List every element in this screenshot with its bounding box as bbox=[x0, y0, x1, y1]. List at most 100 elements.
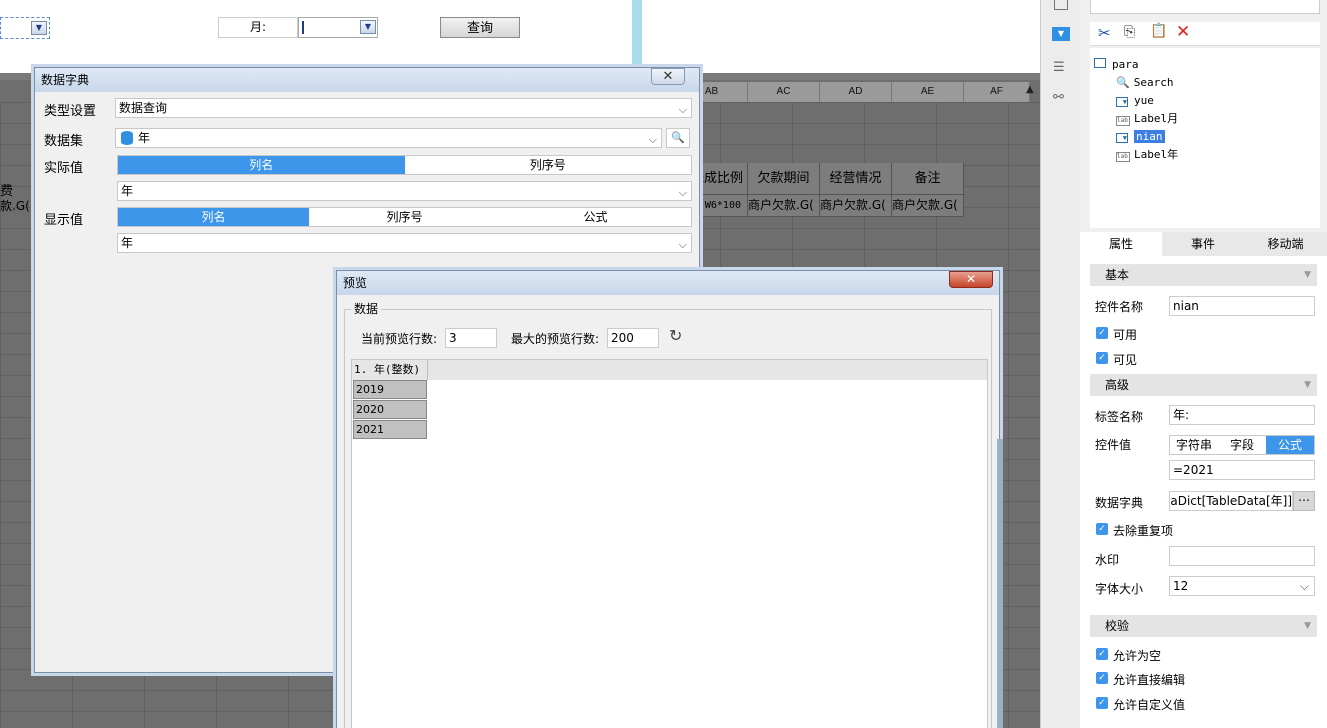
list-icon[interactable]: ☰ bbox=[1053, 60, 1065, 75]
dataset-combo[interactable]: 年 ⌵ bbox=[115, 128, 662, 148]
max-rows-input[interactable]: 200 bbox=[607, 328, 659, 348]
actual-column-combo[interactable]: 年 ⌵ bbox=[117, 181, 692, 201]
chevron-down-icon[interactable]: ⌵ bbox=[679, 184, 687, 202]
tree-item[interactable]: 🔍 Search bbox=[1116, 74, 1173, 92]
sheet-cell[interactable]: 备注 bbox=[892, 163, 964, 195]
value-type-string[interactable]: 字符串 bbox=[1170, 436, 1218, 454]
name-input[interactable]: nian bbox=[1169, 296, 1315, 316]
name-label: 控件名称 bbox=[1095, 300, 1144, 314]
sheet-cell[interactable]: 欠款期间 bbox=[748, 163, 820, 195]
display-column-combo[interactable]: 年 ⌵ bbox=[117, 233, 692, 253]
tree-item[interactable]: ▼ yue bbox=[1116, 92, 1154, 110]
font-size-label: 字体大小 bbox=[1095, 582, 1144, 596]
actual-mode-switch[interactable]: 列名 列序号 bbox=[117, 155, 692, 175]
month-combo[interactable]: ▼ bbox=[298, 17, 378, 38]
chevron-down-icon[interactable]: ▼ bbox=[31, 21, 47, 35]
tree-item[interactable]: lab Label年 bbox=[1116, 146, 1178, 164]
side-icon-strip: ▼ ☰ ⚯ bbox=[1040, 0, 1080, 728]
label-icon: lab bbox=[1116, 116, 1130, 126]
tree-item[interactable]: lab Label月 bbox=[1116, 110, 1178, 128]
type-combo[interactable]: 数据查询 ⌵ bbox=[115, 98, 692, 118]
actual-mode-colindex[interactable]: 列序号 bbox=[405, 156, 692, 174]
allow-edit-checkbox[interactable]: ✓ bbox=[1096, 672, 1108, 684]
tree-root[interactable]: para bbox=[1094, 56, 1139, 74]
tree-item-selected[interactable]: ▼ nian bbox=[1116, 128, 1165, 146]
visible-checkbox[interactable]: ✓ bbox=[1096, 352, 1108, 364]
combo-widget-icon[interactable]: ▼ bbox=[1052, 27, 1070, 41]
link-icon[interactable]: ⚯ bbox=[1053, 90, 1064, 105]
column-header[interactable]: AC bbox=[748, 82, 820, 102]
section-advanced[interactable]: 高级 ▼ bbox=[1090, 374, 1317, 396]
actual-mode-colname[interactable]: 列名 bbox=[118, 156, 405, 174]
dialog-title: 数据字典 bbox=[35, 68, 699, 92]
query-button[interactable]: 查询 bbox=[440, 17, 520, 38]
dialog-body: 数据 当前预览行数: 3 最大的预览行数: 200 ↻ 1. 年(整数) 201… bbox=[341, 299, 1003, 728]
display-mode-colindex[interactable]: 列序号 bbox=[309, 208, 500, 226]
dedupe-checkbox[interactable]: ✓ bbox=[1096, 523, 1108, 535]
table-row[interactable]: 2020 bbox=[353, 400, 427, 419]
widget-tree: para 🔍 Search ▼ yue lab Label月 ▼ nian lab Lab… bbox=[1090, 48, 1320, 228]
nian-widget-box[interactable]: ▼ bbox=[0, 17, 50, 39]
allow-empty-checkbox[interactable]: ✓ bbox=[1096, 648, 1108, 660]
visible-label: 可见 bbox=[1113, 353, 1138, 367]
tag-input[interactable]: 年: bbox=[1169, 405, 1315, 425]
display-mode-formula[interactable]: 公式 bbox=[500, 208, 691, 226]
close-icon[interactable]: ✕ bbox=[949, 271, 993, 288]
chevron-down-icon[interactable]: ⌵ bbox=[649, 131, 657, 149]
combo-icon: ▼ bbox=[1116, 97, 1128, 107]
column-header[interactable]: AD bbox=[820, 82, 892, 102]
current-rows-input[interactable]: 3 bbox=[445, 328, 497, 348]
close-icon[interactable]: ✕ bbox=[651, 68, 685, 85]
sheet-cell[interactable]: 商户欠款.G( bbox=[820, 195, 892, 217]
delete-icon[interactable]: ✕ bbox=[1176, 22, 1190, 42]
actual-value: 年 bbox=[121, 184, 134, 198]
actual-label: 实际值 bbox=[44, 161, 84, 176]
column-header[interactable]: 1. 年(整数) bbox=[352, 360, 428, 380]
dedupe-label: 去除重复项 bbox=[1113, 524, 1174, 538]
panel-tabs: 属性 事件 移动端 bbox=[1080, 232, 1327, 256]
font-size-select[interactable]: 12 ⌵ bbox=[1169, 576, 1315, 596]
tab-mobile[interactable]: 移动端 bbox=[1244, 232, 1327, 256]
value-type-field[interactable]: 字段 bbox=[1218, 436, 1266, 454]
section-basic[interactable]: 基本 ▼ bbox=[1090, 264, 1317, 286]
text-cursor bbox=[302, 21, 304, 34]
scrollbar[interactable] bbox=[997, 439, 1003, 728]
value-type-switch[interactable]: 字符串 字段 公式 bbox=[1169, 435, 1315, 455]
frame-icon[interactable] bbox=[1054, 0, 1068, 10]
tab-properties[interactable]: 属性 bbox=[1080, 232, 1162, 256]
refresh-icon[interactable]: ↻ bbox=[669, 326, 682, 345]
allow-custom-label: 允许自定义值 bbox=[1113, 698, 1186, 712]
sheet-cell[interactable]: 款.G( bbox=[0, 197, 30, 214]
section-verify[interactable]: 校验 ▼ bbox=[1090, 615, 1317, 637]
table-row[interactable]: 2019 bbox=[353, 380, 427, 399]
sheet-cell[interactable]: 商户欠款.G( bbox=[748, 195, 820, 217]
display-mode-switch[interactable]: 列名 列序号 公式 bbox=[117, 207, 692, 227]
allow-custom-checkbox[interactable]: ✓ bbox=[1096, 697, 1108, 709]
formula-input[interactable]: =2021 bbox=[1169, 460, 1315, 480]
table-header-row bbox=[352, 360, 987, 380]
preview-search-icon[interactable]: 🔍 bbox=[666, 128, 690, 148]
tab-events[interactable]: 事件 bbox=[1162, 232, 1244, 256]
table-row[interactable]: 2021 bbox=[353, 420, 427, 439]
sheet-cell[interactable]: 商户欠款.G( bbox=[892, 195, 964, 217]
chevron-down-icon[interactable]: ⌵ bbox=[679, 101, 687, 119]
allow-edit-label: 允许直接编辑 bbox=[1113, 673, 1186, 687]
chevron-down-icon[interactable]: ▼ bbox=[360, 20, 376, 34]
search-box[interactable] bbox=[1090, 0, 1320, 14]
column-header[interactable]: AF bbox=[964, 82, 1030, 102]
copy-icon[interactable]: ⎘ bbox=[1124, 24, 1135, 40]
scroll-up-icon[interactable]: ▲ bbox=[1026, 84, 1034, 95]
month-label: 月: bbox=[218, 17, 298, 38]
paste-icon[interactable]: 📋 bbox=[1150, 23, 1167, 39]
value-type-formula[interactable]: 公式 bbox=[1266, 436, 1314, 454]
enabled-checkbox[interactable]: ✓ bbox=[1096, 327, 1108, 339]
dict-input[interactable]: ataDict[TableData[年]] bbox=[1169, 491, 1293, 511]
chevron-down-icon[interactable]: ⌵ bbox=[679, 236, 687, 254]
more-icon[interactable]: ⋯ bbox=[1293, 491, 1315, 511]
sheet-cell[interactable]: 经营情况 bbox=[820, 163, 892, 195]
label-icon: lab bbox=[1116, 152, 1130, 162]
display-mode-colname[interactable]: 列名 bbox=[118, 208, 309, 226]
column-header[interactable]: AE bbox=[892, 82, 964, 102]
watermark-input[interactable] bbox=[1169, 546, 1315, 566]
cut-icon[interactable]: ✂ bbox=[1098, 24, 1111, 42]
